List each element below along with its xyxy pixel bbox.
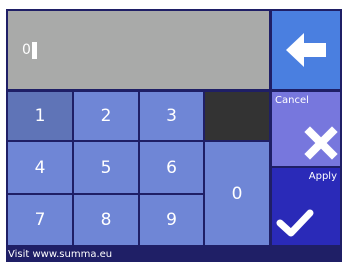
text-cursor [31,41,37,59]
footer-link[interactable]: Visit www.summa.eu [8,247,342,262]
cancel-label: Cancel [275,95,309,106]
apply-button[interactable]: Apply [272,168,340,245]
backspace-button[interactable] [272,11,340,89]
left-arrow-icon [286,33,326,67]
key-4[interactable]: 4 [8,142,72,193]
key-7[interactable]: 7 [8,195,72,245]
value-display[interactable]: 0 [8,11,269,89]
key-6[interactable]: 6 [140,142,203,193]
apply-label: Apply [308,171,337,182]
key-5[interactable]: 5 [74,142,138,193]
key-3[interactable]: 3 [140,92,203,140]
cancel-button[interactable]: Cancel [272,92,340,166]
key-1[interactable]: 1 [8,92,72,140]
empty-key-slot [205,92,269,140]
key-9[interactable]: 9 [140,195,203,245]
display-value: 0 [22,42,31,58]
key-2[interactable]: 2 [74,92,138,140]
key-0[interactable]: 0 [205,142,269,245]
key-8[interactable]: 8 [74,195,138,245]
